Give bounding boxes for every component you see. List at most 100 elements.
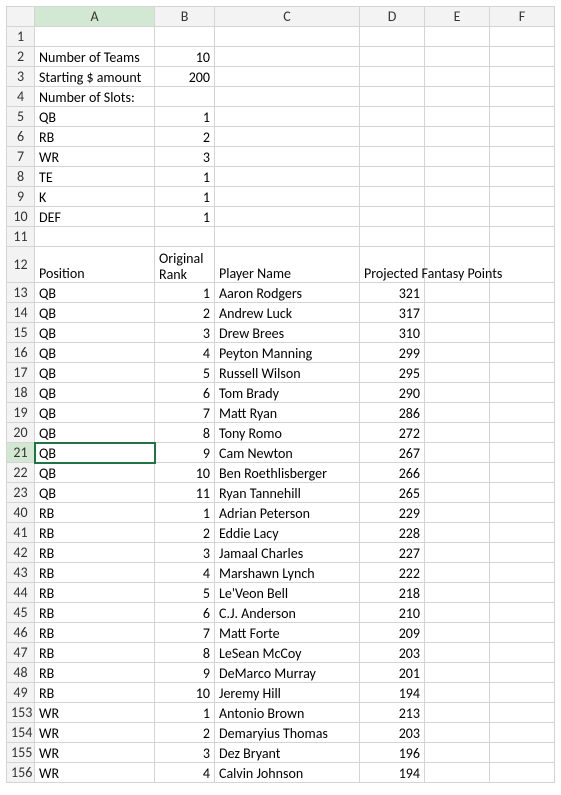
cell-A14[interactable]: QB — [35, 303, 155, 323]
cell-C22[interactable]: Ben Roethlisberger — [215, 463, 360, 483]
cell-E47[interactable] — [425, 643, 490, 663]
cell-B15[interactable]: 3 — [155, 323, 215, 343]
cell-C16[interactable]: Peyton Manning — [215, 343, 360, 363]
row-header[interactable]: 3 — [7, 67, 35, 87]
cell-A4[interactable]: Number of Slots: — [35, 87, 155, 107]
cell-F10[interactable] — [490, 207, 555, 227]
cell-F13[interactable] — [490, 283, 555, 303]
cell-D15[interactable]: 310 — [360, 323, 425, 343]
cell-B45[interactable]: 6 — [155, 603, 215, 623]
cell-C4[interactable] — [215, 87, 360, 107]
cell-B22[interactable]: 10 — [155, 463, 215, 483]
cell-D1[interactable] — [360, 27, 425, 47]
cell-D3[interactable] — [360, 67, 425, 87]
row-header[interactable]: 11 — [7, 227, 35, 247]
cell-F22[interactable] — [490, 463, 555, 483]
cell-B42[interactable]: 3 — [155, 543, 215, 563]
cell-C18[interactable]: Tom Brady — [215, 383, 360, 403]
cell-D16[interactable]: 299 — [360, 343, 425, 363]
cell-A20[interactable]: QB — [35, 423, 155, 443]
cell-B49[interactable]: 10 — [155, 683, 215, 703]
cell-A17[interactable]: QB — [35, 363, 155, 383]
cell-D23[interactable]: 265 — [360, 483, 425, 503]
cell-E2[interactable] — [425, 47, 490, 67]
cell-F5[interactable] — [490, 107, 555, 127]
cell-D19[interactable]: 286 — [360, 403, 425, 423]
cell-F18[interactable] — [490, 383, 555, 403]
row-header[interactable]: 154 — [7, 723, 35, 743]
cell-C23[interactable]: Ryan Tannehill — [215, 483, 360, 503]
cell-F16[interactable] — [490, 343, 555, 363]
row-header[interactable]: 2 — [7, 47, 35, 67]
row-header[interactable]: 155 — [7, 743, 35, 763]
row-header[interactable]: 156 — [7, 763, 35, 783]
cell-A47[interactable]: RB — [35, 643, 155, 663]
cell-C5[interactable] — [215, 107, 360, 127]
cell-D9[interactable] — [360, 187, 425, 207]
cell-D14[interactable]: 317 — [360, 303, 425, 323]
cell-E23[interactable] — [425, 483, 490, 503]
cell-C20[interactable]: Tony Romo — [215, 423, 360, 443]
cell-E5[interactable] — [425, 107, 490, 127]
row-header[interactable]: 6 — [7, 127, 35, 147]
row-header[interactable]: 8 — [7, 167, 35, 187]
cell-A12[interactable]: Position — [35, 247, 155, 283]
column-header-F[interactable]: F — [490, 7, 555, 27]
cell-C13[interactable]: Aaron Rodgers — [215, 283, 360, 303]
row-header[interactable]: 5 — [7, 107, 35, 127]
cell-A19[interactable]: QB — [35, 403, 155, 423]
cell-E44[interactable] — [425, 583, 490, 603]
cell-F20[interactable] — [490, 423, 555, 443]
row-header[interactable]: 42 — [7, 543, 35, 563]
cell-A22[interactable]: QB — [35, 463, 155, 483]
row-header[interactable]: 23 — [7, 483, 35, 503]
cell-C17[interactable]: Russell Wilson — [215, 363, 360, 383]
row-header[interactable]: 153 — [7, 703, 35, 723]
cell-C46[interactable]: Matt Forte — [215, 623, 360, 643]
cell-B20[interactable]: 8 — [155, 423, 215, 443]
cell-C2[interactable] — [215, 47, 360, 67]
cell-F46[interactable] — [490, 623, 555, 643]
cell-F17[interactable] — [490, 363, 555, 383]
cell-E9[interactable] — [425, 187, 490, 207]
cell-E49[interactable] — [425, 683, 490, 703]
cell-E16[interactable] — [425, 343, 490, 363]
cell-B17[interactable]: 5 — [155, 363, 215, 383]
cell-C40[interactable]: Adrian Peterson — [215, 503, 360, 523]
cell-E154[interactable] — [425, 723, 490, 743]
cell-A23[interactable]: QB — [35, 483, 155, 503]
cell-F14[interactable] — [490, 303, 555, 323]
cell-D8[interactable] — [360, 167, 425, 187]
select-all-corner[interactable] — [7, 7, 35, 27]
row-header[interactable]: 16 — [7, 343, 35, 363]
cell-F8[interactable] — [490, 167, 555, 187]
row-header[interactable]: 12 — [7, 247, 35, 283]
cell-D47[interactable]: 203 — [360, 643, 425, 663]
cell-E15[interactable] — [425, 323, 490, 343]
cell-E22[interactable] — [425, 463, 490, 483]
cell-C21[interactable]: Cam Newton — [215, 443, 360, 463]
cell-D10[interactable] — [360, 207, 425, 227]
row-header[interactable]: 13 — [7, 283, 35, 303]
cell-A11[interactable] — [35, 227, 155, 247]
cell-A10[interactable]: DEF — [35, 207, 155, 227]
cell-E14[interactable] — [425, 303, 490, 323]
cell-F9[interactable] — [490, 187, 555, 207]
cell-F47[interactable] — [490, 643, 555, 663]
cell-B1[interactable] — [155, 27, 215, 47]
cell-A40[interactable]: RB — [35, 503, 155, 523]
cell-B43[interactable]: 4 — [155, 563, 215, 583]
row-header[interactable]: 46 — [7, 623, 35, 643]
cell-E156[interactable] — [425, 763, 490, 783]
cell-B44[interactable]: 5 — [155, 583, 215, 603]
column-header-C[interactable]: C — [215, 7, 360, 27]
cell-E45[interactable] — [425, 603, 490, 623]
cell-D11[interactable] — [360, 227, 425, 247]
cell-F11[interactable] — [490, 227, 555, 247]
spreadsheet-grid[interactable]: ABCDEF 12Number of Teams103Starting $ am… — [6, 6, 555, 783]
row-header[interactable]: 22 — [7, 463, 35, 483]
cell-D48[interactable]: 201 — [360, 663, 425, 683]
cell-E1[interactable] — [425, 27, 490, 47]
cell-D4[interactable] — [360, 87, 425, 107]
cell-E17[interactable] — [425, 363, 490, 383]
